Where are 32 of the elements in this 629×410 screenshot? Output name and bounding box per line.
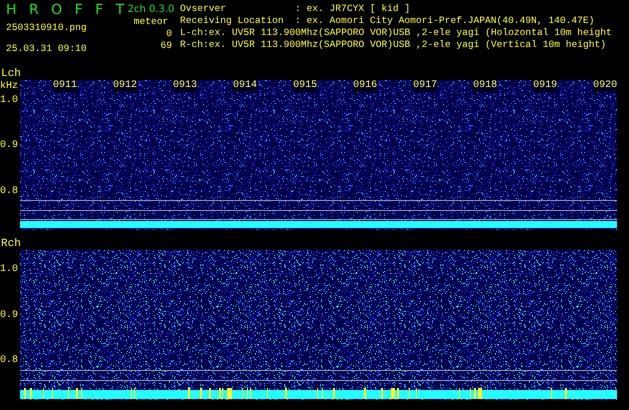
meteor-count: 69 [160, 40, 173, 52]
time-label: 0920 [593, 80, 618, 92]
time-label: 0914 [233, 80, 258, 92]
time-label: 0912 [113, 80, 138, 92]
info-label: Receiving Location [180, 15, 285, 27]
channel-label: Lch [1, 68, 21, 80]
frequency-label: 0.8 [0, 355, 18, 366]
time-label: 0918 [473, 80, 498, 92]
channel-info: R-ch:ex. UV5R 113.900Mhz(SAPPORO VOR)USB ,2-ele yagi (Vertical 10m height) [180, 39, 606, 51]
time-label: 0915 [293, 80, 318, 92]
time-label: 0919 [533, 80, 558, 92]
frequency-label: 0.9 [0, 140, 18, 152]
info-value: : ex. Aomori City Aomori-Pref.JAPAN(40.49N, 140.47E) [295, 15, 594, 27]
time-label: 0913 [173, 80, 198, 92]
app-title: H R O F F T [5, 3, 128, 17]
unit-label: kHz [0, 80, 20, 94]
frequency-label: 0.8 [0, 186, 18, 197]
time-label: 0916 [353, 80, 378, 92]
frequency-label: 0.9 [0, 310, 18, 321]
channel-info: L-ch:ex. UV5R 113.900Mhz(SAPPORO VOR)USB ,2-ele yagi (Holozontal 10m height [180, 27, 612, 39]
time-label: 0917 [413, 80, 438, 92]
version-label: 2ch 0.3.0 [128, 3, 174, 16]
frequency-label: 1.0 [0, 264, 18, 275]
timestamp: 25.03.31 09:10 [5, 43, 87, 55]
frequency-label: 1.0 [0, 95, 18, 106]
info-value: : ex. JR7CYX [ kid ] [295, 3, 410, 15]
meteor-count: 0 [166, 28, 173, 40]
time-label: 0911 [53, 80, 78, 92]
file-name: 2503310910.png [5, 22, 87, 34]
meteor-label: meteor [134, 16, 168, 28]
channel-label: Rch [1, 238, 21, 250]
info-label: Ovserver [180, 3, 228, 15]
